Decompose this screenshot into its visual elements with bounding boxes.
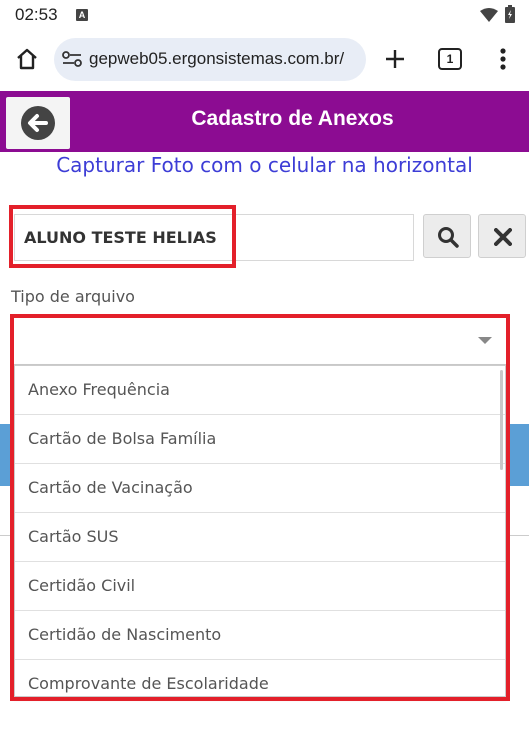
address-bar[interactable]: gepweb05.ergonsistemas.com.br/ [54, 38, 366, 81]
dropdown-option[interactable]: Cartão de Bolsa Família [15, 415, 505, 464]
more-vert-icon[interactable] [495, 46, 511, 72]
file-type-label: Tipo de arquivo [11, 287, 135, 306]
background-button-edge [0, 424, 12, 486]
caret-down-icon [478, 337, 492, 344]
wifi-icon [480, 8, 498, 22]
screen: { "status_bar": { "time": "02:53", "noti… [0, 0, 529, 748]
page-title: Cadastro de Anexos [191, 107, 394, 130]
close-icon [494, 228, 512, 246]
dropdown-option[interactable]: Certidão de Nascimento [15, 611, 505, 660]
app-header: Cadastro de Anexos [0, 91, 529, 152]
url-text: gepweb05.ergonsistemas.com.br/ [89, 49, 345, 68]
file-type-dropdown[interactable]: Anexo Frequência Cartão de Bolsa Família… [14, 365, 506, 697]
dropdown-scrollbar[interactable] [500, 370, 503, 470]
dropdown-option[interactable]: Anexo Frequência [15, 366, 505, 415]
dropdown-option[interactable]: Comprovante de Escolaridade [15, 660, 505, 696]
divider [0, 535, 12, 536]
browser-toolbar: gepweb05.ergonsistemas.com.br/ 1 [0, 30, 529, 88]
divider [506, 535, 529, 536]
search-button[interactable] [423, 214, 471, 258]
status-bar: 02:53 A [0, 0, 529, 30]
back-button[interactable] [6, 97, 70, 149]
background-button-edge [506, 424, 529, 486]
file-type-select[interactable] [14, 319, 506, 365]
notification-icon: A [76, 9, 88, 21]
battery-icon [505, 5, 515, 23]
highlight-box-student [9, 205, 236, 268]
dropdown-option[interactable]: Certidão Civil [15, 562, 505, 611]
plus-icon[interactable] [382, 46, 408, 72]
home-icon[interactable] [14, 46, 40, 72]
tune-icon[interactable] [62, 50, 82, 68]
dropdown-option[interactable]: Cartão SUS [15, 513, 505, 562]
search-icon [438, 227, 459, 248]
arrow-left-circle-icon [21, 106, 55, 140]
capture-photo-link[interactable]: Capturar Foto com o celular na horizonta… [0, 152, 529, 178]
status-time: 02:53 [15, 5, 58, 24]
clear-button[interactable] [478, 214, 526, 258]
tab-switcher-button[interactable]: 1 [438, 48, 462, 70]
dropdown-option[interactable]: Cartão de Vacinação [15, 464, 505, 513]
